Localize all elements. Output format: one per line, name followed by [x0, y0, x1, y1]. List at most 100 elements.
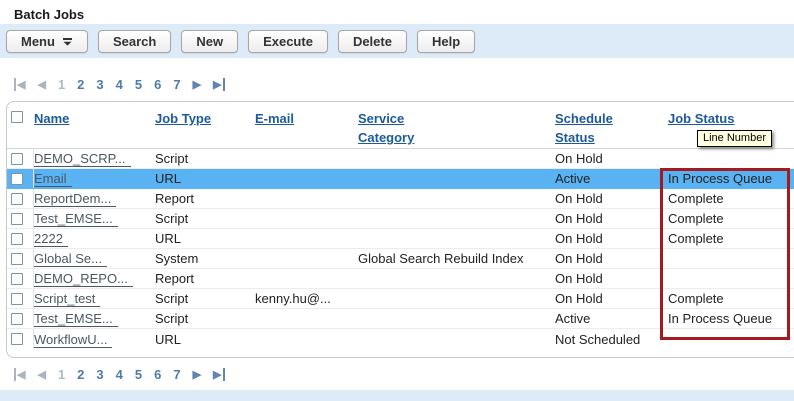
schedule-status-cell: On Hold	[555, 231, 668, 246]
job-name-link[interactable]: Script_test	[34, 291, 100, 307]
last-page-icon[interactable]: ▶	[213, 78, 224, 91]
table-row[interactable]: DEMO_REPO... Report On Hold	[7, 269, 794, 289]
column-header-job-status[interactable]: Job Status	[668, 111, 734, 126]
menu-button-label: Menu	[21, 34, 55, 49]
schedule-status-cell: Active	[555, 171, 668, 186]
next-page-icon[interactable]: ▶	[193, 368, 201, 381]
select-all-checkbox[interactable]	[11, 111, 23, 123]
job-status-cell: Complete	[668, 211, 794, 226]
job-type-cell: URL	[155, 231, 255, 246]
job-name-link[interactable]: DEMO_SCRP...	[34, 151, 131, 167]
column-header-service-category[interactable]: Service Category	[358, 109, 442, 147]
search-button[interactable]: Search	[98, 30, 171, 53]
page-number-5[interactable]: 5	[135, 367, 142, 382]
row-checkbox[interactable]	[11, 213, 23, 225]
tooltip: Line Number	[697, 130, 772, 147]
job-type-cell: Script	[155, 291, 255, 306]
job-type-cell: Script	[155, 311, 255, 326]
row-checkbox[interactable]	[11, 173, 23, 185]
job-status-cell: Complete	[668, 291, 794, 306]
service-category-cell: Global Search Rebuild Index	[358, 251, 555, 266]
pagination-bottom: ◀ ◀ 1 2 3 4 5 6 7 ▶ ▶	[8, 364, 794, 384]
new-button[interactable]: New	[181, 30, 238, 53]
job-type-cell: System	[155, 251, 255, 266]
column-header-email[interactable]: E-mail	[255, 111, 294, 126]
schedule-status-cell: On Hold	[555, 191, 668, 206]
page-number-2[interactable]: 2	[77, 77, 84, 92]
row-checkbox[interactable]	[11, 333, 23, 345]
column-header-name[interactable]: Name	[34, 111, 69, 126]
job-type-cell: URL	[155, 171, 255, 186]
page-number-1: 1	[58, 77, 65, 92]
bottom-toolbar-band	[0, 390, 794, 401]
row-checkbox[interactable]	[11, 253, 23, 265]
row-checkbox[interactable]	[11, 153, 23, 165]
job-name-link[interactable]: DEMO_REPO...	[34, 271, 133, 287]
menu-button[interactable]: Menu	[6, 30, 88, 53]
page-number-4[interactable]: 4	[116, 367, 123, 382]
job-status-cell: In Process Queue	[668, 311, 794, 326]
pagination-top: ◀ ◀ 1 2 3 4 5 6 7 ▶ ▶	[8, 74, 794, 94]
table-row[interactable]: Global Se... System Global Search Rebuil…	[7, 249, 794, 269]
schedule-status-cell: Not Scheduled	[555, 332, 668, 347]
job-name-link[interactable]: Global Se...	[34, 251, 107, 267]
schedule-status-cell: On Hold	[555, 251, 668, 266]
column-header-schedule-status[interactable]: Schedule Status	[555, 109, 627, 147]
job-name-link[interactable]: Test_EMSE...	[34, 311, 118, 327]
first-page-icon: ◀	[14, 368, 25, 381]
job-name-link[interactable]: 2222	[34, 231, 68, 247]
schedule-status-cell: On Hold	[555, 291, 668, 306]
row-checkbox[interactable]	[11, 313, 23, 325]
table-row[interactable]: ReportDem... Report On Hold Complete	[7, 189, 794, 209]
job-name-link[interactable]: Test_EMSE...	[34, 211, 118, 227]
job-type-cell: Script	[155, 211, 255, 226]
table-row[interactable]: Test_EMSE... Script Active In Process Qu…	[7, 309, 794, 329]
grid-footer-spacer	[7, 349, 794, 357]
page-title: Batch Jobs	[0, 0, 794, 24]
schedule-status-cell: On Hold	[555, 211, 668, 226]
job-name-link[interactable]: Email	[34, 171, 72, 187]
job-type-cell: URL	[155, 332, 255, 347]
job-name-link[interactable]: WorkflowU...	[34, 332, 112, 348]
job-type-cell: Script	[155, 151, 255, 166]
page-number-5[interactable]: 5	[135, 77, 142, 92]
schedule-status-cell: On Hold	[555, 151, 668, 166]
next-page-icon[interactable]: ▶	[193, 78, 201, 91]
table-header-row: Name Job Type E-mail Service Category Sc…	[7, 102, 794, 149]
page-number-2[interactable]: 2	[77, 367, 84, 382]
help-button[interactable]: Help	[417, 30, 475, 53]
row-checkbox[interactable]	[11, 193, 23, 205]
last-page-icon[interactable]: ▶	[213, 368, 224, 381]
delete-button[interactable]: Delete	[338, 30, 407, 53]
page-number-1: 1	[58, 367, 65, 382]
page-number-3[interactable]: 3	[96, 77, 103, 92]
page-number-4[interactable]: 4	[116, 77, 123, 92]
schedule-status-cell: Active	[555, 311, 668, 326]
job-status-cell: Complete	[668, 231, 794, 246]
page-number-6[interactable]: 6	[154, 367, 161, 382]
page-number-7[interactable]: 7	[173, 77, 180, 92]
row-checkbox[interactable]	[11, 293, 23, 305]
table-row[interactable]: Test_EMSE... Script On Hold Complete	[7, 209, 794, 229]
execute-button[interactable]: Execute	[248, 30, 328, 53]
schedule-status-cell: On Hold	[555, 271, 668, 286]
job-type-cell: Report	[155, 271, 255, 286]
toolbar: Menu Search New Execute Delete Help	[0, 24, 794, 58]
page-number-7[interactable]: 7	[173, 367, 180, 382]
job-status-cell: Complete	[668, 191, 794, 206]
page-number-6[interactable]: 6	[154, 77, 161, 92]
job-status-cell: In Process Queue	[668, 171, 794, 186]
table-row-selected[interactable]: Email URL Active In Process Queue	[7, 169, 794, 189]
column-header-job-type[interactable]: Job Type	[155, 111, 211, 126]
row-checkbox[interactable]	[11, 273, 23, 285]
table-row[interactable]: Script_test Script kenny.hu@... On Hold …	[7, 289, 794, 309]
table-row[interactable]: DEMO_SCRP... Script On Hold	[7, 149, 794, 169]
table-row[interactable]: 2222 URL On Hold Complete	[7, 229, 794, 249]
menu-dropdown-icon	[62, 37, 73, 46]
previous-page-icon: ◀	[37, 78, 45, 91]
email-cell: kenny.hu@...	[255, 291, 358, 306]
job-name-link[interactable]: ReportDem...	[34, 191, 116, 207]
row-checkbox[interactable]	[11, 233, 23, 245]
table-row[interactable]: WorkflowU... URL Not Scheduled	[7, 329, 794, 349]
page-number-3[interactable]: 3	[96, 367, 103, 382]
